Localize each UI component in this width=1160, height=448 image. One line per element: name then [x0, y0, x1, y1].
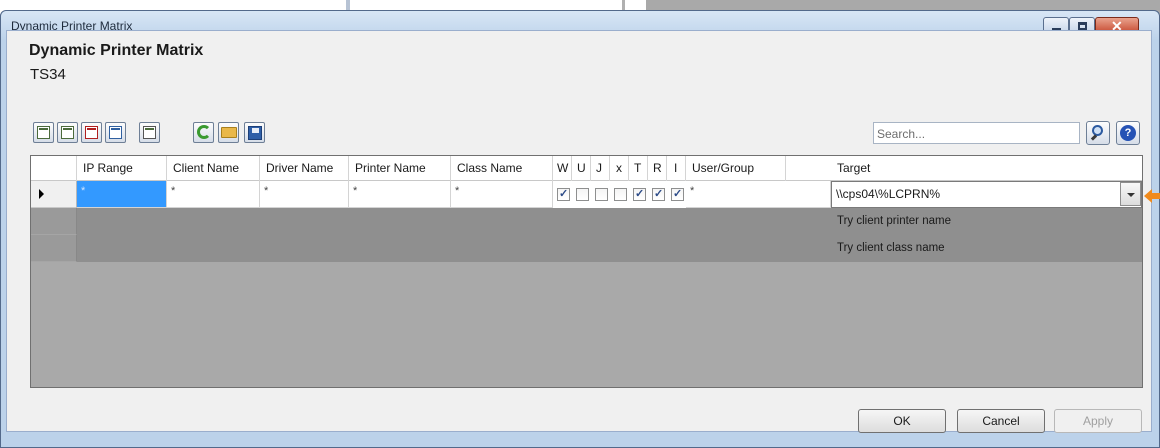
move-row-button[interactable] [105, 122, 126, 143]
row-selector[interactable] [31, 181, 77, 208]
delete-row-button[interactable] [81, 122, 102, 143]
column-header-target[interactable]: Target [831, 156, 1142, 181]
table-icon [143, 126, 156, 139]
checkbox-i[interactable] [671, 187, 684, 201]
save-button[interactable] [244, 122, 265, 143]
corner-header [31, 156, 77, 181]
open-button[interactable] [218, 122, 239, 143]
target-dropdown-button[interactable] [1120, 182, 1141, 206]
dropdown-row-2: Try client class name [31, 235, 1142, 262]
cell-printer-name[interactable]: * [349, 181, 451, 208]
search-button[interactable] [1086, 121, 1110, 145]
cell-user-group[interactable]: * [686, 181, 831, 208]
cell-driver-name[interactable]: * [260, 181, 349, 208]
page-subtitle: TS34 [30, 66, 66, 83]
refresh-button[interactable] [193, 122, 214, 143]
cell-class-name[interactable]: * [451, 181, 553, 208]
search-icon-handle [1090, 134, 1098, 141]
target-option[interactable]: Try client class name [837, 242, 945, 254]
cell-client-name[interactable]: * [167, 181, 260, 208]
apply-button[interactable]: Apply [1054, 409, 1142, 433]
current-row-indicator-icon [39, 189, 44, 199]
add-row-icon [37, 126, 50, 139]
column-header-printer-name[interactable]: Printer Name [349, 156, 451, 181]
column-header-ip-range[interactable]: IP Range [77, 156, 167, 181]
column-header-user-group[interactable]: User/Group [686, 156, 786, 181]
refresh-icon [197, 125, 211, 139]
maximize-icon [1078, 22, 1087, 30]
add-row-button[interactable] [33, 122, 54, 143]
pointer-arrow-icon [1144, 189, 1160, 203]
cancel-button[interactable]: Cancel [957, 409, 1045, 433]
column-header-driver-name[interactable]: Driver Name [260, 156, 349, 181]
target-combobox[interactable]: \\cps04\%LCPRN% [831, 181, 1142, 208]
column-header-class-name[interactable]: Class Name [451, 156, 553, 181]
grid-header-row: IP Range Client Name Driver Name Printer… [31, 156, 1142, 181]
target-option[interactable]: Try client printer name [837, 215, 951, 227]
row-selector [31, 208, 77, 235]
checkbox-x[interactable] [614, 188, 627, 201]
checkbox-t[interactable] [633, 187, 646, 201]
checkbox-w[interactable] [557, 187, 570, 201]
cell-ip-range[interactable]: * [77, 181, 167, 208]
row-selector [31, 235, 77, 262]
help-icon: ? [1120, 125, 1136, 141]
printer-matrix-grid[interactable]: IP Range Client Name Driver Name Printer… [30, 155, 1143, 388]
table-row[interactable]: * * * * * * \\cps04\%LCPRN% [31, 181, 1142, 208]
save-icon [248, 126, 262, 140]
add-row-after-button[interactable] [57, 122, 78, 143]
search-input[interactable]: Search... [873, 122, 1080, 144]
checkbox-u[interactable] [576, 188, 589, 201]
table-button[interactable] [139, 122, 160, 143]
column-header-u[interactable]: U [572, 156, 591, 181]
column-header-i[interactable]: I [667, 156, 686, 181]
column-header-x[interactable]: x [610, 156, 629, 181]
column-header-w[interactable]: W [553, 156, 572, 181]
column-header-t[interactable]: T [629, 156, 648, 181]
dropdown-row-1: Try client printer name [31, 208, 1142, 235]
column-header-r[interactable]: R [648, 156, 667, 181]
open-folder-icon [221, 127, 237, 138]
checkbox-j[interactable] [595, 188, 608, 201]
column-header-client-name[interactable]: Client Name [167, 156, 260, 181]
add-row-after-icon [61, 126, 74, 139]
move-row-icon [109, 126, 122, 139]
column-header-j[interactable]: J [591, 156, 610, 181]
checkbox-r[interactable] [652, 187, 665, 201]
delete-row-icon [85, 126, 98, 139]
help-button[interactable]: ? [1116, 121, 1140, 145]
ok-button[interactable]: OK [858, 409, 946, 433]
page-title: Dynamic Printer Matrix [29, 42, 204, 59]
